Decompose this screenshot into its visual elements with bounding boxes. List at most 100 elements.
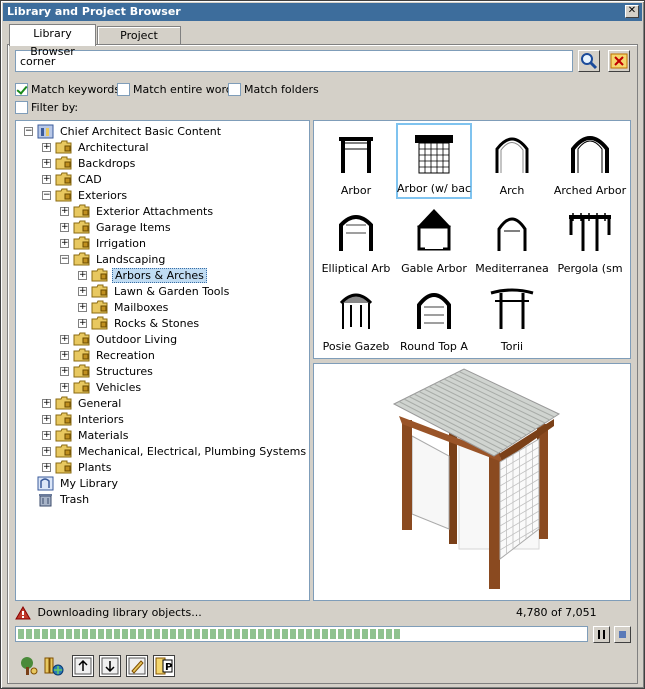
expand-icon[interactable]: + [78, 319, 87, 328]
tree-node[interactable]: Mechanical, Electrical, Plumbing Systems [55, 443, 308, 459]
expand-icon[interactable]: + [42, 399, 51, 408]
tab-project-browser[interactable]: Project Browser [97, 26, 181, 60]
search-button[interactable] [578, 50, 600, 72]
library-item[interactable]: Arbor (w/ bac [396, 123, 472, 199]
tree-node[interactable]: Chief Architect Basic Content [37, 123, 223, 139]
expand-icon[interactable]: + [78, 271, 87, 280]
expand-icon[interactable]: + [78, 287, 87, 296]
tree-node[interactable]: Backdrops [55, 155, 137, 171]
expand-icon[interactable]: + [60, 367, 69, 376]
properties-button[interactable]: P [153, 655, 175, 677]
match-entire-word-label: Match entire word [133, 83, 233, 96]
progress-fill [18, 629, 403, 639]
collapse-icon[interactable]: − [42, 191, 51, 200]
match-folders-option[interactable]: Match folders [228, 83, 319, 96]
tree-node[interactable]: Garage Items [73, 219, 173, 235]
library-item[interactable]: Mediterranea [474, 201, 550, 277]
tree-node-label: Lawn & Garden Tools [114, 284, 230, 298]
expand-icon[interactable]: + [42, 175, 51, 184]
library-browser-window: Library and Project Browser ✕ Library Br… [0, 0, 645, 689]
tree-node[interactable]: General [55, 395, 123, 411]
status-message: Downloading library objects... [37, 606, 202, 619]
folder-icon [73, 252, 90, 266]
match-entire-word-option[interactable]: Match entire word [117, 83, 233, 96]
tree-node[interactable]: Arbors & Arches [91, 267, 207, 283]
expand-icon[interactable]: + [42, 415, 51, 424]
tree-node[interactable]: Interiors [55, 411, 126, 427]
expand-icon[interactable]: + [78, 303, 87, 312]
expand-icon[interactable]: + [42, 463, 51, 472]
folder-icon [55, 172, 72, 186]
tree-node[interactable]: Landscaping [73, 251, 167, 267]
online-library-button[interactable] [43, 655, 65, 677]
expand-icon[interactable]: + [60, 383, 69, 392]
filter-by-option[interactable]: Filter by: [15, 101, 78, 114]
expand-icon[interactable]: + [42, 447, 51, 456]
expand-icon[interactable]: + [60, 223, 69, 232]
library-item[interactable]: Round Top A [396, 279, 472, 355]
pause-button[interactable] [593, 626, 610, 643]
library-globe-icon [44, 657, 64, 676]
folder-icon [91, 316, 108, 330]
tree-node[interactable]: Rocks & Stones [91, 315, 201, 331]
tree-node-label: Landscaping [96, 252, 166, 266]
expand-icon[interactable]: + [60, 335, 69, 344]
folder-icon [73, 380, 90, 394]
library-item[interactable]: Pergola (sm [552, 201, 628, 277]
match-folders-checkbox[interactable] [228, 83, 241, 96]
expand-icon[interactable]: + [60, 207, 69, 216]
tree-node[interactable]: My Library [37, 475, 120, 491]
match-keywords-option[interactable]: Match keywords [15, 83, 120, 96]
match-folders-label: Match folders [244, 83, 319, 96]
filter-by-checkbox[interactable] [15, 101, 28, 114]
close-icon[interactable]: ✕ [625, 5, 639, 18]
collapse-icon[interactable]: − [60, 255, 69, 264]
tree-node[interactable]: CAD [55, 171, 104, 187]
clear-search-button[interactable] [608, 50, 630, 72]
tree-node[interactable]: Materials [55, 427, 130, 443]
tree-node[interactable]: Exterior Attachments [73, 203, 215, 219]
tree-node[interactable]: Lawn & Garden Tools [91, 283, 231, 299]
library-item[interactable]: Arched Arbor [552, 123, 628, 199]
tree-node[interactable]: Outdoor Living [73, 331, 179, 347]
expand-icon[interactable]: + [42, 431, 51, 440]
library-item[interactable]: Arbor [318, 123, 394, 199]
folder-icon [73, 204, 90, 218]
tab-library-browser[interactable]: Library Browser [9, 24, 96, 58]
tree-node[interactable]: Mailboxes [91, 299, 170, 315]
match-entire-word-checkbox[interactable] [117, 83, 130, 96]
tree-node[interactable]: Structures [73, 363, 155, 379]
library-item-label: Arch [499, 184, 525, 197]
edit-object-button[interactable] [126, 655, 148, 677]
export-button[interactable] [99, 655, 121, 677]
match-keywords-checkbox[interactable] [15, 83, 28, 96]
magnifier-icon [581, 53, 598, 70]
tree-node[interactable]: Plants [55, 459, 113, 475]
library-item[interactable]: Gable Arbor [396, 201, 472, 277]
library-items-grid[interactable]: Arbor Arbor (w/ bac Arch Arched Arbor Ellipt… [313, 120, 631, 359]
expand-icon[interactable]: + [60, 239, 69, 248]
title-bar[interactable]: Library and Project Browser ✕ [3, 3, 642, 21]
library-item[interactable]: Arch [474, 123, 550, 199]
search-input[interactable] [15, 50, 573, 72]
get-more-content-button[interactable] [17, 655, 39, 677]
tree-node[interactable]: Recreation [73, 347, 157, 363]
tree-node[interactable]: Exteriors [55, 187, 129, 203]
tree-node[interactable]: Vehicles [73, 379, 143, 395]
library-tree[interactable]: − Chief Architect Basic Content + Architect… [15, 120, 310, 601]
collapse-icon[interactable]: − [24, 127, 33, 136]
library-item[interactable]: Elliptical Arb [318, 201, 394, 277]
tree-node[interactable]: Architectural [55, 139, 151, 155]
folder-icon [55, 428, 72, 442]
tree-node-label: Materials [78, 428, 129, 442]
library-item[interactable]: Posie Gazeb [318, 279, 394, 355]
tree-node-label: General [78, 396, 122, 410]
expand-icon[interactable]: + [60, 351, 69, 360]
tree-node[interactable]: Irrigation [73, 235, 148, 251]
tree-node[interactable]: Trash [37, 491, 91, 507]
stop-button[interactable] [614, 626, 631, 643]
library-item[interactable]: Torii [474, 279, 550, 355]
import-button[interactable] [72, 655, 94, 677]
expand-icon[interactable]: + [42, 159, 51, 168]
expand-icon[interactable]: + [42, 143, 51, 152]
